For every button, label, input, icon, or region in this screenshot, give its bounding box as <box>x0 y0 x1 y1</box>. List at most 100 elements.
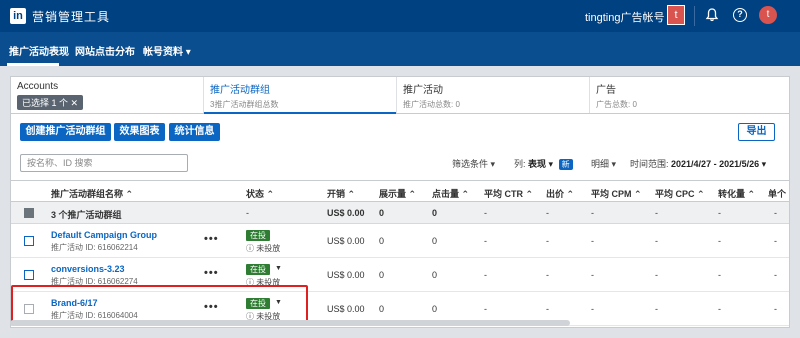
row-extra: - <box>774 304 777 314</box>
date-range-label: 时间范围: <box>630 159 669 169</box>
linkedin-logo-icon[interactable]: in <box>10 8 26 24</box>
bell-icon[interactable] <box>705 8 719 22</box>
row-cpc: - <box>655 270 658 280</box>
nav-item-account-settings[interactable]: 帐号资料 ▾ <box>143 43 191 58</box>
row-extra: - <box>774 236 777 246</box>
total-spend: US$ 0.00 <box>327 208 365 218</box>
col-extra-header[interactable]: 单个 <box>768 187 786 200</box>
effect-chart-button[interactable]: 效果图表 <box>114 123 165 141</box>
help-icon[interactable]: ? <box>733 8 747 22</box>
total-row: 3 个推广活动群组 - US$ 0.00 0 0 - - - - - - <box>11 202 789 224</box>
table-header: 推广活动群组名称 ⌃ 状态 ⌃ 开销 ⌃ 展示量 ⌃ 点击量 ⌃ 平均 CTR … <box>11 180 789 202</box>
nav-item-campaign-performance[interactable]: 推广活动表现 <box>9 43 69 58</box>
row-clicks: 0 <box>432 236 438 246</box>
row-bid: - <box>546 304 549 314</box>
statistics-button[interactable]: 统计信息 <box>169 123 220 141</box>
row-checkbox[interactable] <box>24 236 34 246</box>
row-clicks: 0 <box>432 304 438 314</box>
total-status: - <box>246 208 249 218</box>
row-spend: US$ 0.00 <box>327 304 365 314</box>
columns-value: 表现 ▾ <box>528 159 554 169</box>
tab-campaign-groups[interactable]: 推广活动群组 3推广活动群组总数 <box>204 77 397 114</box>
more-options-icon[interactable]: ••• <box>204 233 219 245</box>
row-checkbox[interactable] <box>24 270 34 280</box>
breakdown-dropdown[interactable]: 明细 ▾ <box>591 157 616 170</box>
row-spend: US$ 0.00 <box>327 236 365 246</box>
top-bar: in 营销管理工具 tingting广告帐号 t ? t <box>0 0 800 32</box>
total-extra: - <box>774 208 777 218</box>
horizontal-scrollbar[interactable] <box>10 320 570 326</box>
col-name-header[interactable]: 推广活动群组名称 ⌃ <box>51 187 133 200</box>
date-range-value: 2021/4/27 - 2021/5/26 ▾ <box>671 159 767 169</box>
total-cpm: - <box>591 208 594 218</box>
delivery-status: ⓘ 未投放 <box>246 244 281 253</box>
row-ctr: - <box>484 236 487 246</box>
total-impressions: 0 <box>379 208 385 218</box>
tab-subtitle: 3推广活动群组总数 <box>210 100 279 109</box>
row-extra: - <box>774 270 777 280</box>
filter-dropdown[interactable]: 筛选条件 ▾ <box>452 157 495 170</box>
tab-accounts[interactable]: Accounts 已选择 1 个 ✕ <box>11 77 204 113</box>
row-cpm: - <box>591 304 594 314</box>
col-cpc-header[interactable]: 平均 CPC ⌃ <box>655 187 705 200</box>
total-name: 3 个推广活动群组 <box>51 210 122 220</box>
campaign-group-name-link[interactable]: Default Campaign Group <box>51 230 157 240</box>
new-badge: 新 <box>558 159 573 170</box>
tab-subtitle: 广告总数: 0 <box>596 100 637 109</box>
col-cpm-header[interactable]: 平均 CPM ⌃ <box>591 187 642 200</box>
campaign-group-name-link[interactable]: conversions-3.23 <box>51 264 125 274</box>
row-impressions: 0 <box>379 236 385 246</box>
row-conversions: - <box>718 270 721 280</box>
col-bid-header[interactable]: 出价 ⌃ <box>546 187 574 200</box>
date-range-selector[interactable]: 时间范围: 2021/4/27 - 2021/5/26 ▾ <box>630 157 766 170</box>
row-spend: US$ 0.00 <box>327 270 365 280</box>
total-cpc: - <box>655 208 658 218</box>
tab-campaigns[interactable]: 推广活动 推广活动总数: 0 <box>397 77 590 113</box>
row-impressions: 0 <box>379 270 385 280</box>
columns-label: 列: <box>514 159 526 169</box>
tab-ads[interactable]: 广告 广告总数: 0 <box>590 77 789 113</box>
row-impressions: 0 <box>379 304 385 314</box>
status-dropdown-icon[interactable]: ▼ <box>275 265 282 272</box>
account-name[interactable]: tingting广告帐号 <box>585 9 664 25</box>
select-all-checkbox[interactable] <box>24 208 34 218</box>
row-ctr: - <box>484 270 487 280</box>
row-bid: - <box>546 270 549 280</box>
total-conversions: - <box>718 208 721 218</box>
create-campaign-group-button[interactable]: 创建推广活动群组 <box>20 123 111 141</box>
status-badge[interactable]: 在投 <box>246 264 270 275</box>
nav-active-indicator <box>7 63 59 66</box>
entity-tabs: Accounts 已选择 1 个 ✕ 推广活动群组 3推广活动群组总数 推广活动… <box>11 77 789 114</box>
col-status-header[interactable]: 状态 ⌃ <box>246 187 274 200</box>
campaign-group-id: 推广活动 ID: 616062214 <box>51 243 138 252</box>
row-cpm: - <box>591 270 594 280</box>
row-conversions: - <box>718 236 721 246</box>
user-avatar[interactable]: t <box>759 6 777 24</box>
row-cpm: - <box>591 236 594 246</box>
col-impressions-header[interactable]: 展示量 ⌃ <box>379 187 416 200</box>
selected-chip[interactable]: 已选择 1 个 ✕ <box>17 95 84 110</box>
row-ctr: - <box>484 304 487 314</box>
col-spend-header[interactable]: 开销 ⌃ <box>327 187 355 200</box>
total-ctr: - <box>484 208 487 218</box>
export-button[interactable]: 导出 <box>738 123 775 141</box>
row-conversions: - <box>718 304 721 314</box>
row-cpc: - <box>655 236 658 246</box>
nav-item-website-clicks[interactable]: 网站点击分布 <box>75 43 135 58</box>
col-conversions-header[interactable]: 转化量 ⌃ <box>718 187 755 200</box>
more-options-icon[interactable]: ••• <box>204 267 219 279</box>
tab-subtitle: 推广活动总数: 0 <box>403 100 460 109</box>
total-bid: - <box>546 208 549 218</box>
account-avatar[interactable]: t <box>667 5 685 25</box>
search-input[interactable]: 按名称、ID 搜索 <box>20 154 188 172</box>
row-bid: - <box>546 236 549 246</box>
col-ctr-header[interactable]: 平均 CTR ⌃ <box>484 187 533 200</box>
tab-title: 推广活动 <box>403 85 443 96</box>
row-clicks: 0 <box>432 270 438 280</box>
divider <box>694 6 695 26</box>
columns-selector[interactable]: 列: 表现 ▾ 新 <box>514 157 573 170</box>
table-row[interactable]: Default Campaign Group 推广活动 ID: 61606221… <box>11 224 789 258</box>
col-clicks-header[interactable]: 点击量 ⌃ <box>432 187 469 200</box>
app-title: 营销管理工具 <box>32 9 111 24</box>
tab-title: Accounts <box>17 81 59 92</box>
